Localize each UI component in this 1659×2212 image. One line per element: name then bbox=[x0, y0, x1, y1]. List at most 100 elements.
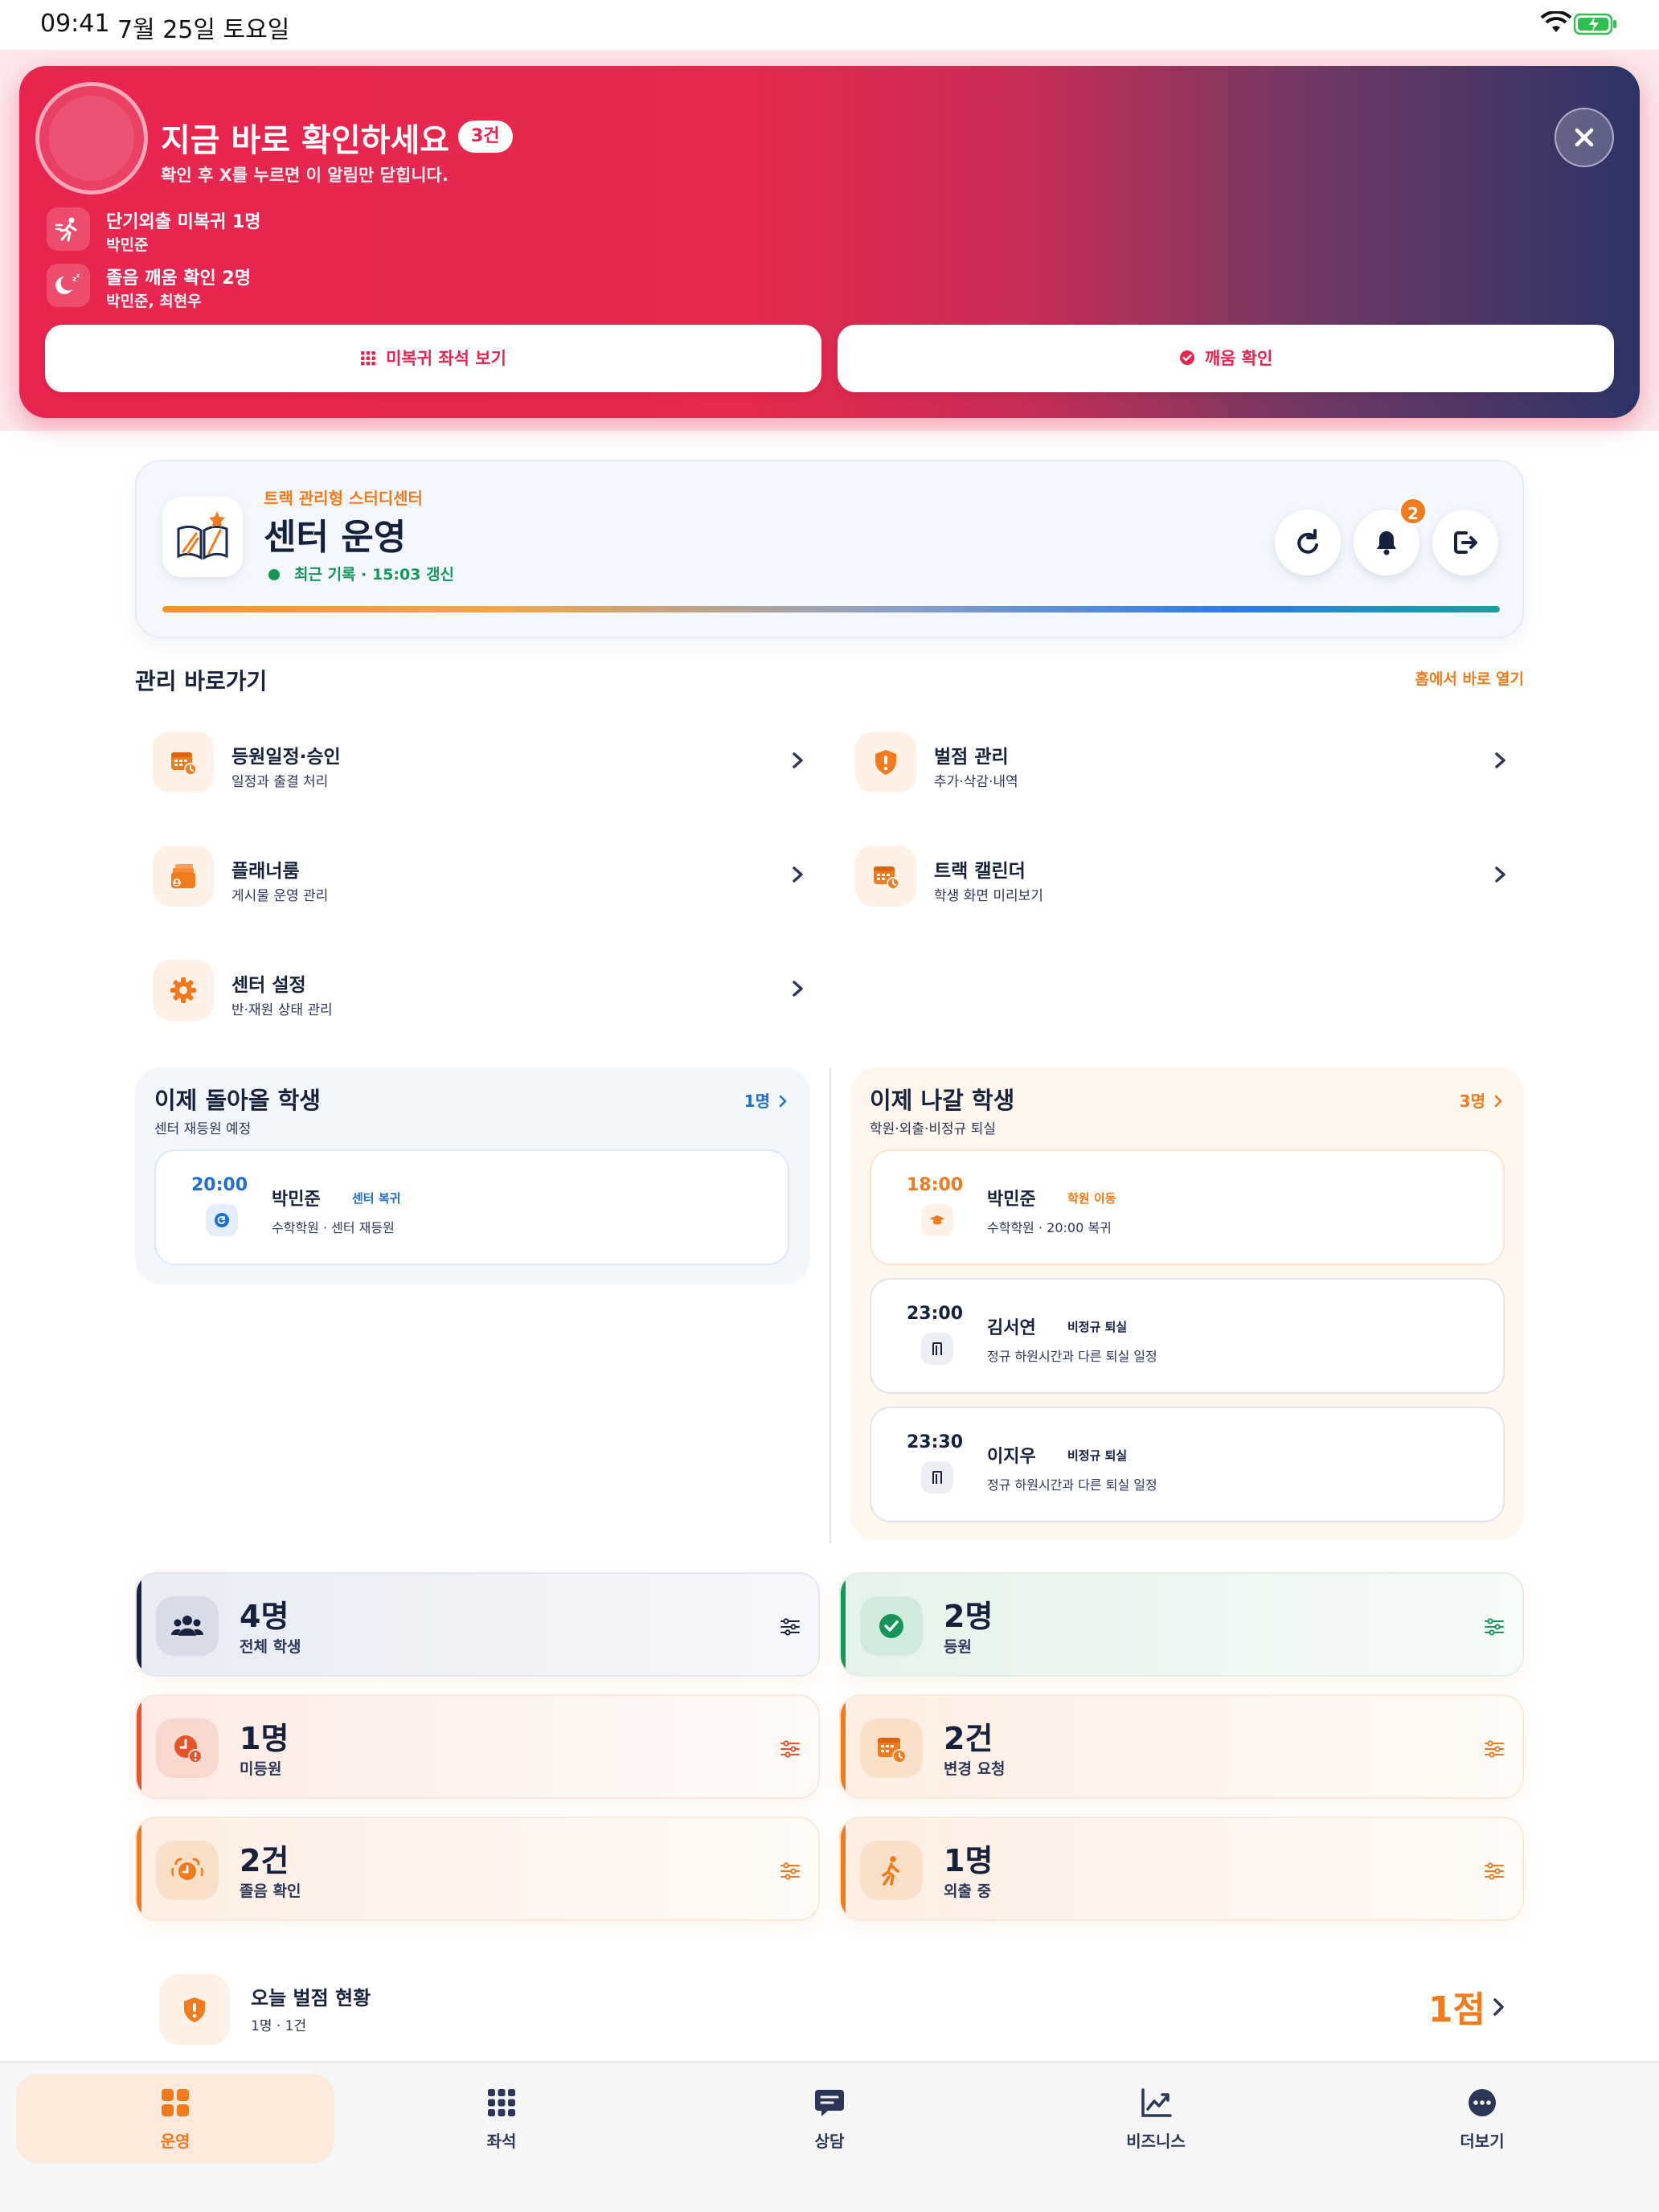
check-circle-icon bbox=[860, 1596, 923, 1656]
wifi-icon bbox=[1540, 11, 1572, 32]
calendar-icon bbox=[855, 846, 916, 907]
sync-status-text: 최근 기록 · 15:03 갱신 bbox=[294, 566, 455, 584]
leaving-entry[interactable]: 18:00 박민준 학원 이동 수학학원 · 20:00 복귀 bbox=[870, 1149, 1505, 1265]
door-icon bbox=[921, 1333, 953, 1365]
leaving-entry[interactable]: 23:00 김서연 비정규 퇴실 정규 하원시간과 다른 퇴실 일정 bbox=[870, 1278, 1505, 1394]
chevron-right-icon bbox=[1495, 752, 1505, 768]
quick-item-attendance-schedule[interactable]: 등원일정·승인 일정과 출결 처리 bbox=[137, 719, 804, 799]
logout-icon bbox=[1454, 531, 1477, 554]
stat-label: 졸음 확인 bbox=[240, 1882, 301, 1900]
alarm-clock-icon bbox=[156, 1841, 219, 1900]
filter-icon[interactable] bbox=[1484, 1862, 1505, 1881]
filter-icon[interactable] bbox=[780, 1739, 801, 1759]
tab-label: 운영 bbox=[160, 2132, 190, 2151]
filter-icon[interactable] bbox=[1484, 1617, 1505, 1636]
gear-icon bbox=[153, 960, 214, 1021]
logout-button[interactable] bbox=[1432, 510, 1498, 576]
stat-value: 4명 bbox=[240, 1599, 289, 1634]
door-icon bbox=[921, 1461, 953, 1493]
quick-item-title: 센터 설정 bbox=[231, 975, 306, 996]
view-unreturned-seats-button[interactable]: 미복귀 좌석 보기 bbox=[45, 325, 821, 392]
tab-business[interactable]: 비즈니스 bbox=[997, 2074, 1315, 2164]
clock-alert-icon bbox=[156, 1718, 219, 1778]
entry-tag: 센터 복귀 bbox=[352, 1191, 401, 1206]
entry-time: 23:30 bbox=[906, 1432, 964, 1452]
alert-item-names: 박민준 bbox=[106, 236, 149, 254]
refresh-icon bbox=[1297, 529, 1318, 554]
stat-card-out[interactable]: 1명 외출 중 bbox=[839, 1817, 1524, 1921]
header-progress-fill bbox=[162, 606, 1500, 612]
bell-icon bbox=[1377, 531, 1396, 555]
tab-seats[interactable]: 좌석 bbox=[342, 2074, 661, 2164]
stat-card-drowsy-check[interactable]: 2건 졸음 확인 bbox=[135, 1817, 820, 1921]
entry-description: 정규 하원시간과 다른 퇴실 일정 bbox=[987, 1477, 1157, 1493]
panel-title: 이제 나갈 학생 bbox=[870, 1087, 1015, 1114]
stat-card-not-attended[interactable]: 1명 미등원 bbox=[135, 1694, 820, 1799]
tab-more[interactable]: 더보기 bbox=[1323, 2074, 1641, 2164]
alert-item-drowsy[interactable]: zz 졸음 깨움 확인 2명 박민준, 최현우 bbox=[47, 257, 609, 313]
stat-card-change-requests[interactable]: 2건 변경 요청 bbox=[839, 1694, 1524, 1799]
alert-indicator-ring bbox=[35, 82, 148, 195]
stat-value: 2명 bbox=[944, 1599, 993, 1634]
quick-item-title: 벌점 관리 bbox=[934, 747, 1009, 768]
quick-item-subtitle: 학생 화면 미리보기 bbox=[934, 888, 1043, 904]
entry-description: 수학학원 · 센터 재등원 bbox=[272, 1220, 395, 1235]
tab-operations[interactable]: 운영 bbox=[16, 2074, 334, 2164]
dashboard-icon bbox=[162, 2089, 189, 2116]
stat-card-attended[interactable]: 2명 등원 bbox=[839, 1572, 1524, 1677]
open-from-home-link[interactable]: 홈에서 바로 열기 bbox=[1407, 667, 1524, 689]
center-header-card: 트랙 관리형 스터디센터 센터 운영 최근 기록 · 15:03 갱신 2 bbox=[135, 460, 1524, 638]
today-penalty-row[interactable]: 오늘 벌점 현황 1명 · 1건 1점 bbox=[135, 1966, 1524, 2053]
refresh-button[interactable] bbox=[1275, 510, 1341, 576]
chevron-right-icon bbox=[779, 1095, 787, 1108]
chart-icon bbox=[1141, 2088, 1172, 2117]
filter-icon[interactable] bbox=[780, 1617, 801, 1636]
entry-time: 23:00 bbox=[906, 1304, 964, 1324]
status-date: 7월 25일 토요일 bbox=[117, 16, 290, 44]
sync-status-dot bbox=[268, 569, 280, 580]
stat-label: 전체 학생 bbox=[240, 1638, 301, 1656]
seat-grid-icon bbox=[488, 2089, 515, 2116]
alert-title: 지금 바로 확인하세요 bbox=[161, 122, 450, 159]
panel-count: 3명 bbox=[1459, 1092, 1485, 1111]
moon-sleep-icon: zz bbox=[47, 264, 90, 307]
filter-icon[interactable] bbox=[1484, 1739, 1505, 1759]
quick-item-center-settings[interactable]: 센터 설정 반·재원 상태 관리 bbox=[137, 947, 804, 1027]
alert-close-button[interactable] bbox=[1555, 108, 1614, 167]
panel-subtitle: 센터 재등원 예정 bbox=[154, 1121, 252, 1137]
alert-item-title: 단기외출 미복귀 1명 bbox=[106, 212, 261, 232]
alert-item-outing[interactable]: 단기외출 미복귀 1명 박민준 bbox=[47, 201, 609, 257]
leaving-count-link[interactable]: 3명 bbox=[1460, 1088, 1505, 1112]
stat-card-total-students[interactable]: 4명 전체 학생 bbox=[135, 1572, 820, 1677]
calendar-clock-icon bbox=[860, 1718, 923, 1778]
leaving-entry[interactable]: 23:30 이지우 비정규 퇴실 정규 하원시간과 다른 퇴실 일정 bbox=[870, 1407, 1505, 1522]
chevron-right-icon bbox=[793, 752, 803, 768]
stat-value: 2건 bbox=[944, 1721, 993, 1756]
returning-entry[interactable]: 20:00 박민준 센터 복귀 수학학원 · 센터 재등원 bbox=[154, 1149, 789, 1265]
filter-icon[interactable] bbox=[780, 1862, 801, 1881]
shield-alert-icon bbox=[855, 731, 916, 793]
entry-student-name: 박민준 bbox=[272, 1190, 321, 1210]
stat-label: 미등원 bbox=[240, 1760, 282, 1778]
tab-label: 더보기 bbox=[1460, 2132, 1505, 2151]
more-icon bbox=[1469, 2089, 1496, 2116]
chevron-right-icon bbox=[1493, 1998, 1504, 2016]
alert-banner-area: 지금 바로 확인하세요 3건 확인 후 X를 누르면 이 알림만 닫힙니다. 단… bbox=[0, 50, 1659, 431]
quick-item-planner-room[interactable]: 플래너룸 게시물 운영 관리 bbox=[137, 833, 804, 913]
entry-student-name: 김서연 bbox=[987, 1318, 1036, 1338]
tab-counseling[interactable]: 상담 bbox=[670, 2074, 989, 2164]
page-title: 센터 운영 bbox=[264, 517, 407, 558]
tab-label: 비즈니스 bbox=[1126, 2132, 1186, 2151]
confirm-wake-button[interactable]: 깨움 확인 bbox=[838, 325, 1614, 392]
returning-count-link[interactable]: 1명 bbox=[744, 1088, 789, 1112]
tab-label: 좌석 bbox=[486, 2132, 517, 2151]
quick-item-subtitle: 반·재원 상태 관리 bbox=[231, 1002, 333, 1018]
status-time: 09:41 bbox=[40, 10, 110, 38]
entry-description: 정규 하원시간과 다른 퇴실 일정 bbox=[987, 1349, 1157, 1364]
battery-icon bbox=[1574, 13, 1616, 35]
panel-title: 이제 돌아올 학생 bbox=[154, 1087, 321, 1114]
quick-item-title: 플래너룸 bbox=[231, 861, 300, 882]
quick-item-subtitle: 일정과 출결 처리 bbox=[231, 774, 329, 790]
quick-item-penalty-management[interactable]: 벌점 관리 추가·삭감·내역 bbox=[839, 719, 1506, 799]
quick-item-track-calendar[interactable]: 트랙 캘린더 학생 화면 미리보기 bbox=[839, 833, 1506, 913]
